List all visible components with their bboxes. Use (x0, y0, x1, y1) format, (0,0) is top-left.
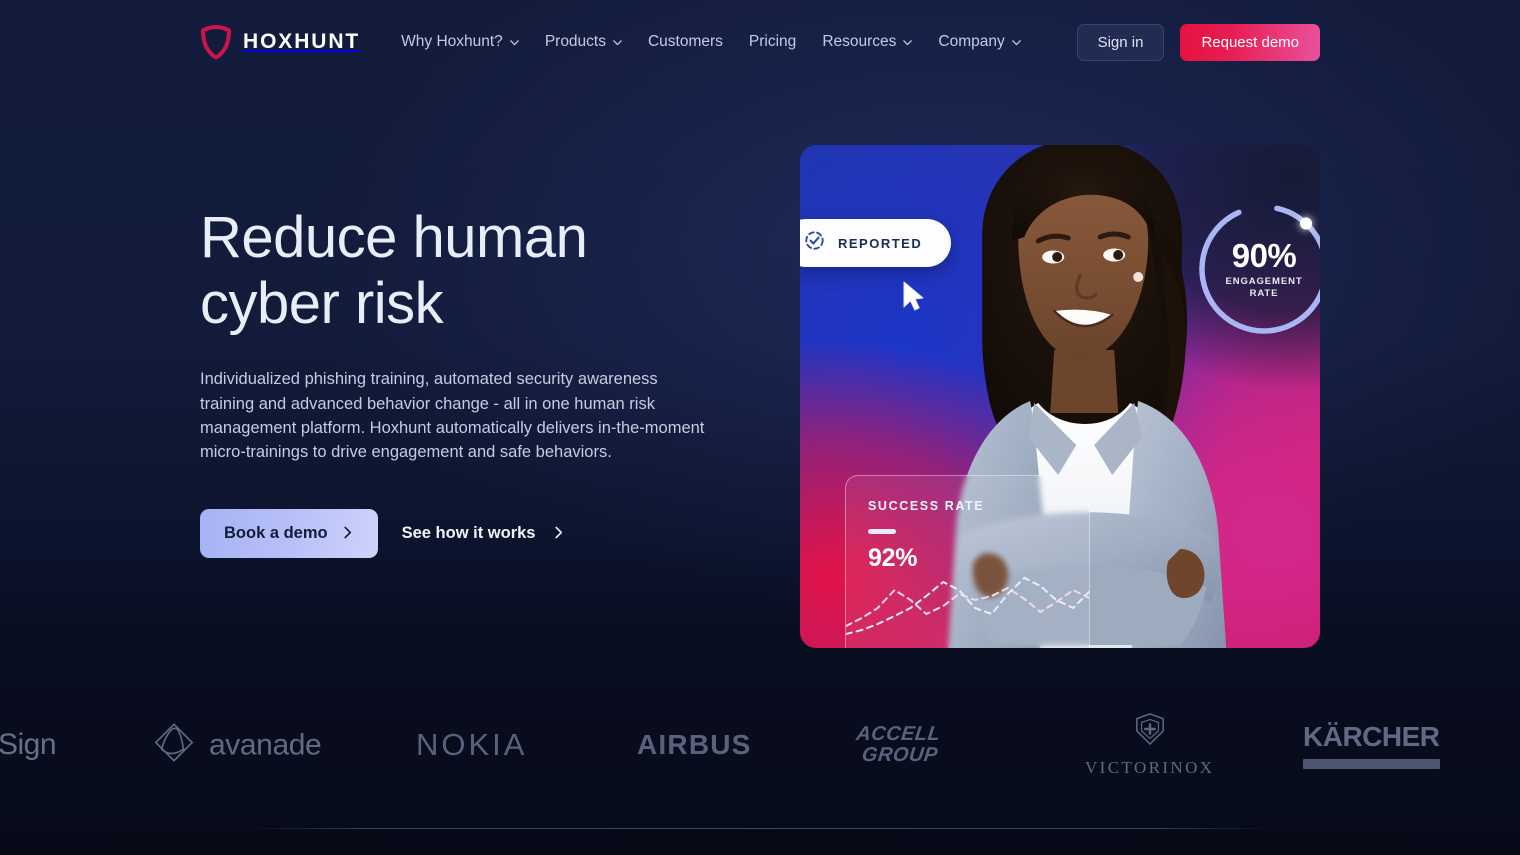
see-how-it-works-label: See how it works (401, 523, 536, 542)
brand-logo[interactable]: HOXHUNT (200, 24, 360, 60)
accell-line-2: GROUP (860, 744, 940, 766)
nav-item-customers[interactable]: Customers (635, 27, 736, 57)
engagement-rate-label: ENGAGEMENT RATE (1225, 276, 1302, 300)
nav-label: Customers (647, 33, 723, 50)
nav-item-resources[interactable]: Resources (809, 27, 925, 57)
book-a-demo-button[interactable]: Book a demo (200, 508, 378, 558)
success-rate-sparkline (846, 576, 1089, 635)
chevron-right-icon (552, 525, 564, 541)
brand-name: HOXHUNT (243, 30, 361, 53)
reported-badge: REPORTED (800, 219, 952, 267)
headline-line-2: cyber risk (200, 271, 444, 337)
hero-copy: Reduce human cyber risk Individualized p… (200, 205, 730, 558)
logo-nokia: NOKIA (416, 727, 528, 762)
avanade-wordmark: avanade (209, 728, 322, 761)
logo-airbus: AIRBUS (637, 729, 752, 760)
nav-label: Products (544, 33, 606, 50)
chevron-down-icon (612, 37, 622, 47)
hero-section: Reduce human cyber risk Individualized p… (0, 0, 1520, 690)
nav-label: Resources (822, 33, 897, 50)
hero-visual: REPORTED 90% ENGAGEMENT RATE SUCCESS RAT… (800, 145, 1320, 648)
engagement-rate-value: 90% (1231, 236, 1297, 274)
book-a-demo-label: Book a demo (224, 523, 328, 542)
chevron-right-icon (342, 525, 354, 541)
karcher-wordmark: KÄRCHER (1303, 721, 1440, 752)
nav-label: Why Hoxhunt? (401, 33, 503, 50)
see-how-it-works-button[interactable]: See how it works (400, 518, 567, 549)
nav-label: Company (938, 33, 1005, 50)
nav-item-products[interactable]: Products (532, 27, 635, 57)
engagement-label-line-2: RATE (1249, 287, 1279, 299)
success-rate-divider (868, 529, 896, 534)
nav-item-pricing[interactable]: Pricing (736, 27, 809, 57)
shield-icon (200, 24, 232, 60)
engagement-rate-ring: 90% ENGAGEMENT RATE (1190, 195, 1320, 343)
nav-item-company[interactable]: Company (925, 27, 1033, 57)
check-circle-dashed-icon (804, 230, 825, 256)
success-rate-card: SUCCESS RATE 92% (845, 475, 1090, 648)
chevron-down-icon (902, 37, 913, 47)
chevron-down-icon (509, 37, 519, 47)
request-demo-button[interactable]: Request demo (1180, 23, 1320, 61)
logo-karcher: KÄRCHER (1303, 721, 1440, 769)
karcher-bar (1303, 759, 1440, 769)
hero-cta-row: Book a demo See how it works (200, 508, 730, 558)
success-rate-label: SUCCESS RATE (868, 499, 985, 513)
header-actions: Sign in Request demo (1076, 23, 1320, 61)
nav-item-why-hoxhunt[interactable]: Why Hoxhunt? (388, 27, 532, 57)
logo-victorinox: VICTORINOX (1085, 712, 1214, 778)
logo-sign: Sign (0, 728, 57, 761)
sign-in-button[interactable]: Sign in (1076, 23, 1165, 61)
nav-label: Pricing (748, 33, 797, 50)
logo-accell-group: ACCELL GROUP (852, 723, 942, 766)
engagement-ring-text: 90% ENGAGEMENT RATE (1190, 195, 1320, 343)
page-title: Reduce human cyber risk (200, 205, 730, 337)
victorinox-wordmark: VICTORINOX (1085, 758, 1215, 777)
customer-logo-band: Sign avanade NOKIA AIRBUS ACCELL GROUP V… (0, 690, 1520, 800)
logo-avanade: avanade (152, 721, 322, 770)
headline-line-1: Reduce human (200, 205, 588, 270)
section-divider (248, 828, 1272, 829)
mouse-cursor-icon (900, 280, 926, 312)
site-header: HOXHUNT Why Hoxhunt? Products Customers … (0, 0, 1520, 84)
avanade-mark-icon (152, 721, 196, 770)
main-nav: Why Hoxhunt? Products Customers Pricing … (388, 27, 1034, 57)
engagement-label-line-1: ENGAGEMENT (1225, 275, 1303, 287)
accell-line-1: ACCELL (855, 723, 942, 745)
victorinox-shield-icon (1134, 712, 1166, 751)
chevron-down-icon (1011, 37, 1021, 47)
hero-subcopy: Individualized phishing training, automa… (200, 370, 705, 462)
reported-badge-label: REPORTED (838, 235, 923, 251)
